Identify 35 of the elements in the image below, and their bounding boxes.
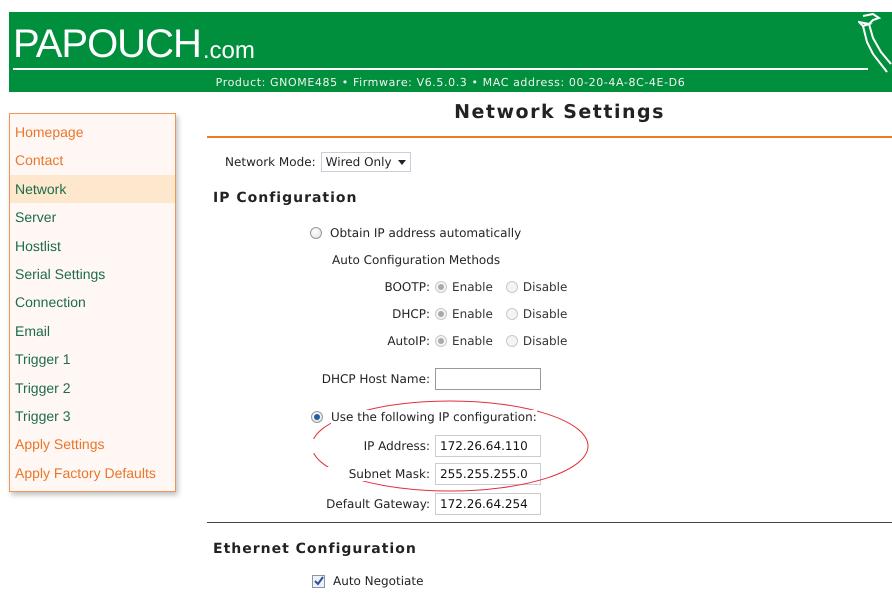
radio-button[interactable] — [311, 410, 323, 422]
input-field[interactable]: 172.26.64.110 — [435, 434, 541, 456]
section-heading: IP Configuration — [212, 189, 359, 208]
radio-label: Disable — [522, 334, 568, 348]
input-field[interactable]: 255.255.255.0 — [435, 462, 541, 484]
page-title: Network Settings — [207, 94, 892, 138]
device-info: Product: GNOME485 • Firmware: V6.5.0.3 • MAC address: 00-20-4A-8C-4E-D6 — [214, 76, 686, 89]
radio-label: Use the following IP configuration: — [331, 410, 537, 424]
radio-label: Enable — [452, 334, 493, 348]
radio-button[interactable] — [310, 226, 322, 238]
sidebar-item[interactable]: Server — [10, 203, 175, 232]
sidebar-item[interactable]: Trigger 2 — [10, 374, 175, 402]
sidebar-item[interactable]: Trigger 1 — [10, 345, 175, 374]
radio-label: Disable — [522, 280, 568, 294]
section-heading: Ethernet Configuration — [212, 540, 418, 559]
subsection-title: Auto Configuration Methods — [332, 252, 500, 266]
mode-dropdown[interactable]: Wired Only — [320, 152, 411, 172]
field-label: Network Mode: — [225, 155, 316, 169]
checkbox-label: Auto Negotiate — [333, 574, 424, 588]
sidebar-item[interactable]: Email — [10, 316, 175, 346]
sidebar-item[interactable]: Serial Settings — [10, 260, 175, 288]
sidebar-item[interactable]: Trigger 3 — [10, 402, 175, 430]
radio-label: Enable — [452, 280, 493, 294]
logo-suffix: .com — [202, 36, 255, 66]
radio-label: Disable — [522, 306, 568, 320]
sidebar-item[interactable]: Hostlist — [10, 232, 175, 260]
input-field[interactable] — [435, 368, 541, 390]
caret-icon — [398, 160, 406, 164]
input-field[interactable]: 172.26.64.254 — [435, 492, 541, 514]
checkbox[interactable] — [312, 574, 325, 588]
sidebar-item[interactable]: Network — [10, 174, 175, 204]
radio-label: Obtain IP address automatically — [330, 226, 522, 240]
radio-label: Enable — [452, 306, 493, 320]
sidebar-item[interactable]: Connection — [10, 288, 175, 317]
logo-text: PAPOUCH — [13, 22, 201, 66]
